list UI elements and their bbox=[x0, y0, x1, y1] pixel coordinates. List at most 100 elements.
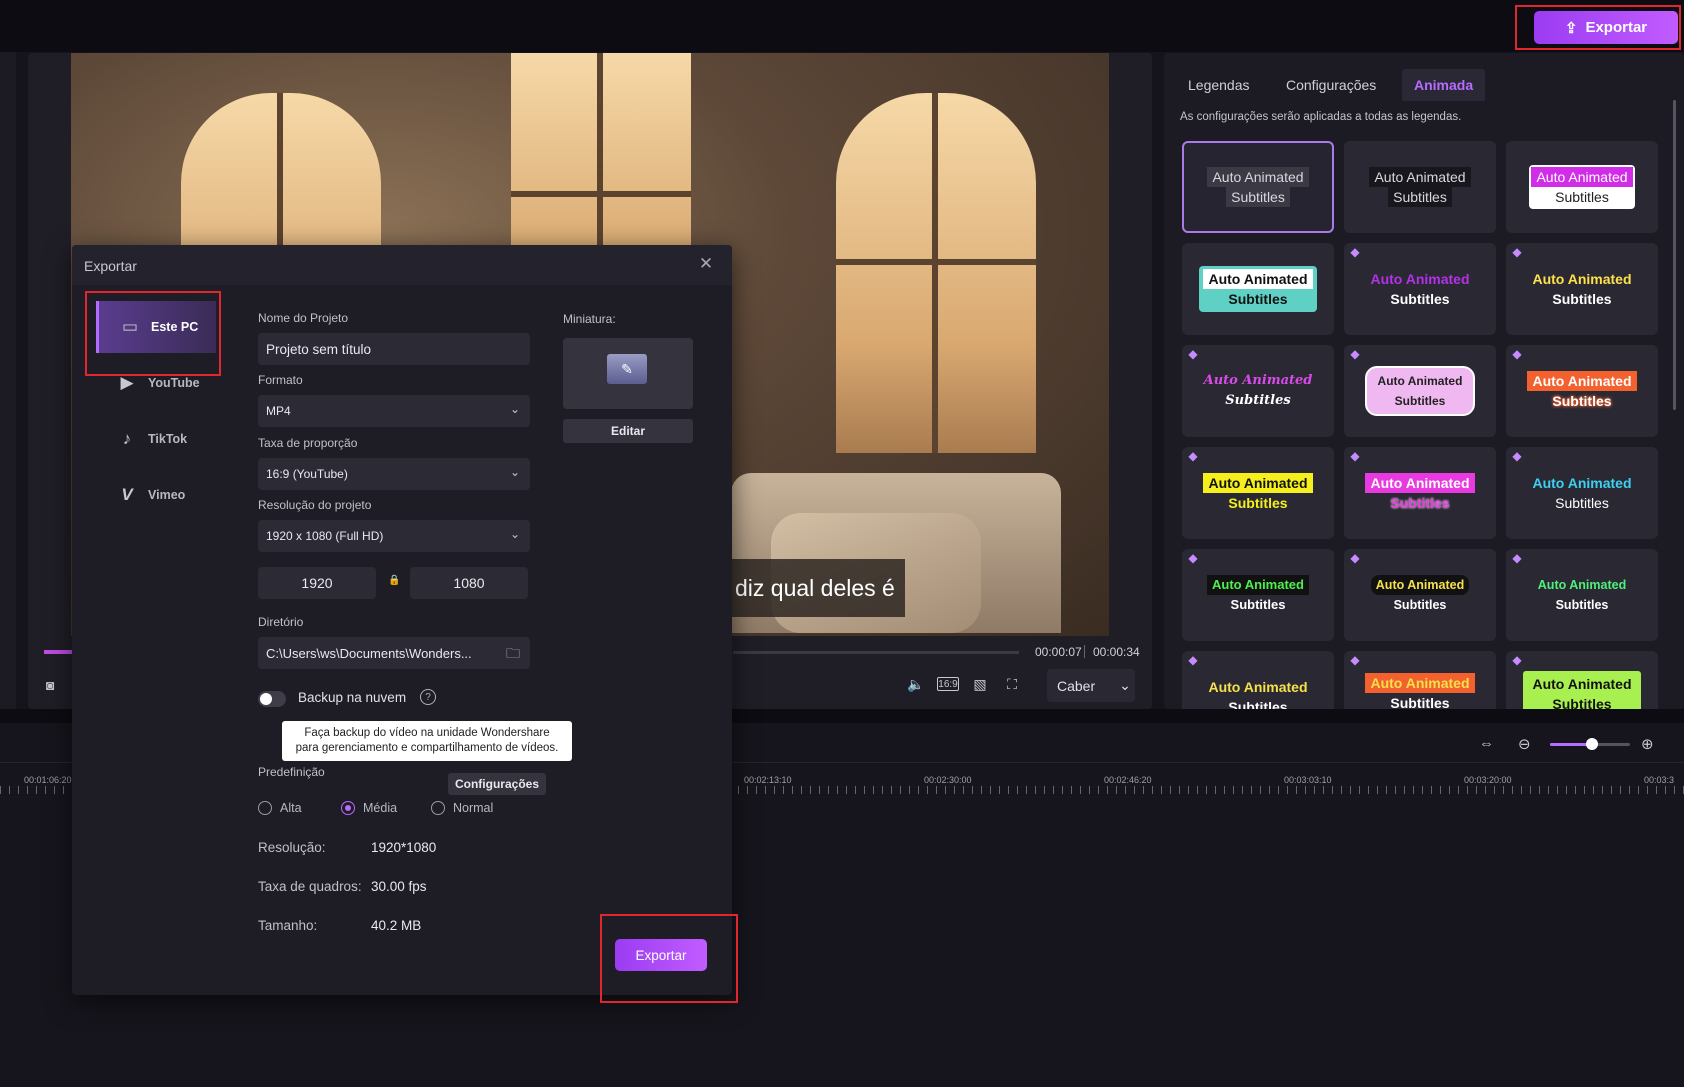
tab-legendas[interactable]: Legendas bbox=[1176, 69, 1262, 101]
style-tile-11[interactable]: ◆ Auto Animated Subtitles bbox=[1344, 447, 1496, 539]
top-export-button[interactable]: ⇪ Exportar bbox=[1534, 11, 1678, 44]
backup-tooltip-line2: para gerenciamento e compartilhamento de… bbox=[295, 742, 559, 754]
total-time: 00:00:34 bbox=[1093, 645, 1140, 659]
premium-gem-icon: ◆ bbox=[1350, 551, 1360, 565]
progress-track[interactable] bbox=[733, 651, 1019, 654]
help-icon[interactable]: ? bbox=[420, 689, 436, 705]
info-framerate-value: 30.00 fps bbox=[371, 879, 427, 894]
style-tile-17[interactable]: ◆ Auto Animated Subtitles bbox=[1344, 651, 1496, 709]
tab-configuracoes[interactable]: Configurações bbox=[1274, 69, 1388, 101]
aspect-ratio-icon[interactable]: 16:9 bbox=[937, 677, 959, 691]
nav-item-youtube[interactable]: ▶ YouTube bbox=[96, 357, 216, 409]
resolution-select[interactable]: 1920 x 1080 (Full HD) ⌄ bbox=[258, 520, 530, 552]
folder-icon[interactable]: 🗀 bbox=[506, 643, 520, 667]
aspect-ratio-label: Taxa de proporção bbox=[258, 436, 358, 450]
preset-radio-media[interactable]: Média bbox=[341, 801, 397, 815]
nav-item-label: Vimeo bbox=[148, 488, 186, 502]
preset-radio-alta[interactable]: Alta bbox=[258, 801, 302, 815]
style-tile-13-line1: Auto Animated bbox=[1207, 575, 1309, 595]
close-icon[interactable]: ✕ bbox=[696, 254, 716, 274]
video-subtitle[interactable]: diz qual deles é bbox=[731, 559, 905, 617]
zoom-out-icon[interactable]: ⊖ bbox=[1518, 735, 1531, 753]
style-tile-8-line2: Subtitles bbox=[1394, 394, 1446, 408]
nav-item-label: TikTok bbox=[148, 432, 188, 446]
style-tile-9[interactable]: ◆ Auto Animated Subtitles bbox=[1506, 345, 1658, 437]
style-tile-2-line1: Auto Animated bbox=[1369, 167, 1471, 187]
style-tile-13-line2: Subtitles bbox=[1230, 597, 1286, 612]
fit-timeline-icon[interactable]: ⇔ bbox=[1479, 735, 1494, 752]
window-right bbox=[836, 93, 1036, 453]
directory-input[interactable]: C:\Users\ws\Documents\Wonders... 🗀 bbox=[258, 637, 530, 669]
radio-label: Média bbox=[363, 801, 398, 815]
tab-animada[interactable]: Animada bbox=[1402, 69, 1486, 101]
styles-scrollbar[interactable] bbox=[1673, 100, 1676, 410]
info-size-value: 40.2 MB bbox=[371, 918, 422, 933]
aspect-ratio-select[interactable]: 16:9 (YouTube) ⌄ bbox=[258, 458, 530, 490]
radio-circle bbox=[341, 801, 355, 815]
width-input[interactable]: 1920 bbox=[258, 567, 376, 599]
nav-item-label: Este PC bbox=[151, 320, 199, 334]
height-input[interactable]: 1080 bbox=[410, 567, 528, 599]
style-tile-6-line2: Subtitles bbox=[1552, 291, 1612, 307]
style-tile-8[interactable]: ◆ Auto Animated Subtitles bbox=[1344, 345, 1496, 437]
nav-item-tiktok[interactable]: ♪ TikTok bbox=[96, 413, 216, 465]
premium-gem-icon: ◆ bbox=[1350, 347, 1360, 361]
style-tile-4[interactable]: Auto Animated Subtitles bbox=[1182, 243, 1334, 335]
style-tile-1[interactable]: Auto Animated Subtitles bbox=[1182, 141, 1334, 233]
radio-label: Alta bbox=[280, 801, 302, 815]
format-value: MP4 bbox=[266, 404, 291, 418]
dialog-title-bar[interactable] bbox=[72, 245, 732, 285]
export-dialog: Exportar ✕ ▭ Este PC ▶ YouTube ♪ TikTok … bbox=[72, 245, 732, 995]
style-tile-13[interactable]: ◆ Auto Animated Subtitles bbox=[1182, 549, 1334, 641]
style-tile-18[interactable]: ◆ Auto Animated Subtitles bbox=[1506, 651, 1658, 709]
premium-gem-icon: ◆ bbox=[1512, 653, 1522, 667]
style-tile-2[interactable]: Auto Animated Subtitles bbox=[1344, 141, 1496, 233]
style-tile-12[interactable]: ◆ Auto Animated Subtitles bbox=[1506, 447, 1658, 539]
volume-icon[interactable]: 🔈 bbox=[905, 675, 927, 693]
zoom-slider-knob[interactable] bbox=[1586, 738, 1598, 750]
style-tile-16[interactable]: ◆ Auto Animated Subtitles bbox=[1182, 651, 1334, 709]
directory-label: Diretório bbox=[258, 615, 304, 629]
fullscreen-icon[interactable]: ⛶ bbox=[1001, 675, 1023, 693]
dialog-export-button[interactable]: Exportar bbox=[615, 939, 707, 971]
backup-tooltip: Faça backup do vídeo na unidade Wondersh… bbox=[282, 721, 572, 761]
ruler-label: 00:02:13:10 bbox=[744, 775, 792, 785]
chevron-down-icon: ⌄ bbox=[509, 527, 520, 541]
project-name-input[interactable]: Projeto sem título bbox=[258, 333, 530, 365]
edit-thumbnail-button[interactable]: Editar bbox=[563, 419, 693, 443]
camera-icon[interactable]: ◙ bbox=[46, 677, 54, 693]
playhead-progress[interactable] bbox=[44, 650, 72, 654]
ruler-label: 00:01:06:20 bbox=[24, 775, 72, 785]
style-tile-7[interactable]: ◆ Auto Animated Subtitles bbox=[1182, 345, 1334, 437]
style-tile-1-line2: Subtitles bbox=[1226, 187, 1290, 207]
nav-item-este-pc[interactable]: ▭ Este PC bbox=[96, 301, 216, 353]
style-tile-11-line2: Subtitles bbox=[1390, 495, 1450, 511]
style-tile-15[interactable]: ◆ Auto Animated Subtitles bbox=[1506, 549, 1658, 641]
preset-settings-button[interactable]: Configurações bbox=[448, 773, 546, 795]
format-select[interactable]: MP4 ⌄ bbox=[258, 395, 530, 427]
style-tile-9-line1: Auto Animated bbox=[1527, 371, 1637, 391]
format-label: Formato bbox=[258, 373, 303, 387]
fit-select[interactable]: Caber ⌄ bbox=[1047, 669, 1135, 702]
preset-radio-normal[interactable]: Normal bbox=[431, 801, 493, 815]
info-resolution-value: 1920*1080 bbox=[371, 840, 437, 855]
thumbnail-preview[interactable]: ✎ bbox=[563, 338, 693, 409]
style-tile-14[interactable]: ◆ Auto Animated Subtitles bbox=[1344, 549, 1496, 641]
style-tile-7-line2: Subtitles bbox=[1225, 393, 1291, 408]
quality-icon[interactable]: ▧ bbox=[969, 675, 991, 693]
style-tile-6[interactable]: ◆ Auto Animated Subtitles bbox=[1506, 243, 1658, 335]
premium-gem-icon: ◆ bbox=[1512, 449, 1522, 463]
premium-gem-icon: ◆ bbox=[1188, 449, 1198, 463]
cloud-backup-toggle[interactable] bbox=[258, 691, 286, 707]
style-tile-3[interactable]: Auto Animated Subtitles bbox=[1506, 141, 1658, 233]
zoom-in-icon[interactable]: ⊕ bbox=[1641, 735, 1654, 753]
current-time: 00:00:07 bbox=[1035, 645, 1082, 659]
style-tile-4-line2: Subtitles bbox=[1228, 291, 1288, 307]
style-tile-9-line2: Subtitles bbox=[1552, 393, 1612, 409]
resolution-value: 1920 x 1080 (Full HD) bbox=[266, 529, 384, 543]
nav-item-vimeo[interactable]: V Vimeo bbox=[96, 469, 216, 521]
style-tile-10[interactable]: ◆ Auto Animated Subtitles bbox=[1182, 447, 1334, 539]
style-tile-5[interactable]: ◆ Auto Animated Subtitles bbox=[1344, 243, 1496, 335]
lock-icon[interactable]: 🔒 bbox=[388, 575, 400, 586]
info-size-label: Tamanho: bbox=[258, 918, 318, 933]
